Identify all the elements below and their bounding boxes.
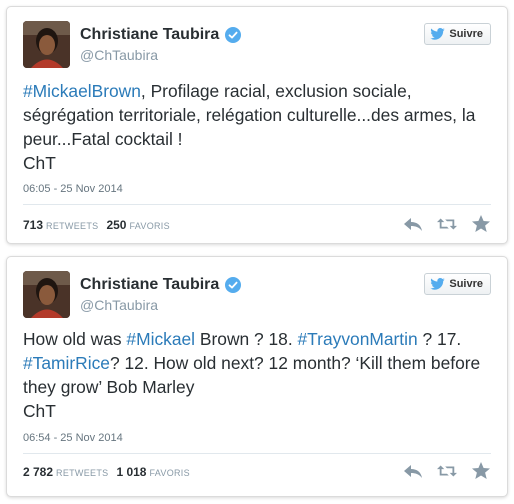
twitter-bird-icon — [430, 28, 446, 40]
tweet-text: #MickaelBrown, Profilage racial, exclusi… — [23, 79, 493, 175]
favorite-label: FAVORIS — [129, 221, 170, 231]
tweet-text: How old was #Mickael Brown ? 18. #Trayvo… — [23, 327, 493, 423]
favorite-label: FAVORIS — [149, 468, 190, 478]
star-icon[interactable] — [471, 462, 491, 480]
tweet-signature: ChT — [23, 401, 56, 421]
divider — [23, 204, 491, 205]
author-handle[interactable]: @ChTaubira — [80, 47, 158, 63]
reply-icon[interactable] — [403, 215, 423, 233]
hashtag-link[interactable]: #TamirRice — [23, 353, 110, 373]
twitter-bird-icon — [430, 278, 446, 290]
favorite-count: 1 018 — [116, 465, 147, 479]
favorite-count: 250 — [106, 218, 127, 232]
retweet-count: 2 782 — [23, 465, 54, 479]
tweet-timestamp[interactable]: 06:54 - 25 Nov 2014 — [23, 432, 123, 444]
retweet-label: RETWEETS — [46, 221, 99, 231]
avatar[interactable] — [23, 271, 70, 318]
tweet-card: Christiane Taubira @ChTaubira Suivre How… — [6, 256, 508, 497]
star-icon[interactable] — [471, 215, 491, 233]
tweet-signature: ChT — [23, 153, 56, 173]
hashtag-link[interactable]: #Mickael — [126, 329, 195, 349]
hashtag-link[interactable]: #TrayvonMartin — [298, 329, 418, 349]
verified-badge-icon — [225, 277, 242, 293]
tweet-actions — [403, 462, 491, 480]
tweet-text-segment: How old was — [23, 329, 127, 349]
tweet-stats: 713 RETWEETS 250 FAVORIS — [23, 218, 170, 232]
tweet-text-segment: ? 17. — [417, 329, 462, 349]
retweet-icon[interactable] — [437, 215, 457, 233]
follow-label: Suivre — [449, 28, 483, 40]
divider — [23, 453, 491, 454]
author-handle[interactable]: @ChTaubira — [80, 297, 158, 313]
tweet-card: Christiane Taubira @ChTaubira Suivre #Mi… — [6, 6, 508, 244]
retweet-label: RETWEETS — [56, 468, 109, 478]
retweet-stat[interactable]: 713 RETWEETS — [23, 218, 98, 232]
reply-icon[interactable] — [403, 462, 423, 480]
tweet-stats: 2 782 RETWEETS 1 018 FAVORIS — [23, 465, 190, 479]
verified-badge-icon — [225, 27, 242, 43]
tweet-actions — [403, 215, 491, 233]
retweet-stat[interactable]: 2 782 RETWEETS — [23, 465, 108, 479]
retweet-count: 713 — [23, 218, 44, 232]
author-name[interactable]: Christiane Taubira — [80, 276, 219, 294]
tweet-text-segment: Brown ? 18. — [195, 329, 298, 349]
favorite-stat[interactable]: 250 FAVORIS — [106, 218, 169, 232]
avatar[interactable] — [23, 21, 70, 68]
hashtag-link[interactable]: #MickaelBrown — [23, 81, 141, 101]
favorite-stat[interactable]: 1 018 FAVORIS — [116, 465, 189, 479]
follow-button[interactable]: Suivre — [424, 273, 491, 295]
tweet-timestamp[interactable]: 06:05 - 25 Nov 2014 — [23, 183, 123, 195]
retweet-icon[interactable] — [437, 462, 457, 480]
follow-label: Suivre — [449, 278, 483, 290]
follow-button[interactable]: Suivre — [424, 23, 491, 45]
author-name[interactable]: Christiane Taubira — [80, 26, 219, 44]
